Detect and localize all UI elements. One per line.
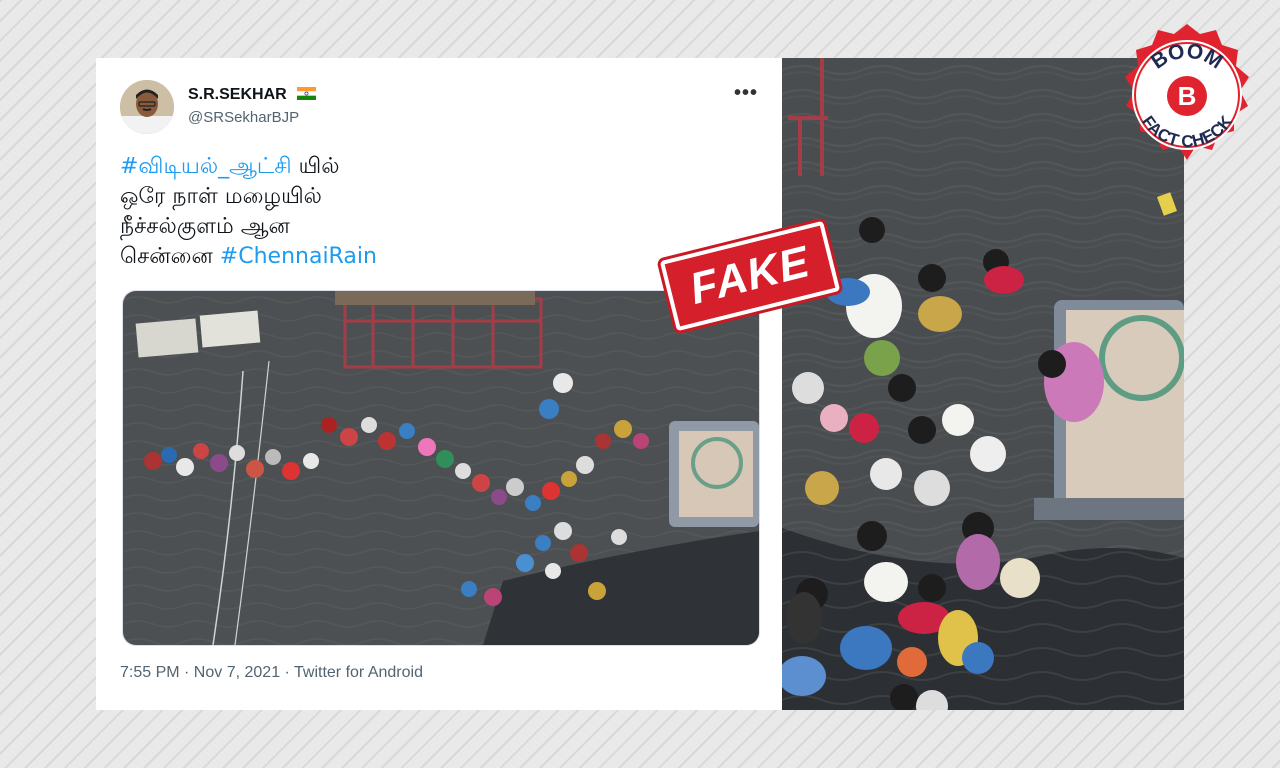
tweet-line-3: நீச்சல்குளம் ஆன (120, 214, 290, 239)
tweet-line-2: ஒரே நாள் மழையில் (120, 184, 322, 209)
hashtag-chennairain[interactable]: #ChennaiRain (220, 244, 377, 269)
tweet-text: #விடியல்_ஆட்சி யில் ஒரே நாள் மழையில் நீச… (120, 152, 377, 272)
boom-fact-check-logo: BOOM B FACT CHECK (1125, 24, 1249, 160)
tweet-timestamp[interactable]: 7:55 PM · Nov 7, 2021 · Twitter for Andr… (120, 664, 423, 682)
tweet-card: S.R.SEKHAR @SRSekharBJP ••• #விடியல்_ஆட்… (96, 58, 782, 710)
hashtag-vidiyal-aatchi[interactable]: #விடியல்_ஆட்சி (120, 154, 292, 179)
avatar[interactable] (120, 80, 174, 134)
user-handle[interactable]: @SRSekharBJP (188, 109, 299, 126)
boom-letter: B (1178, 81, 1197, 111)
tweet-image[interactable] (122, 290, 760, 646)
display-name[interactable]: S.R.SEKHAR (188, 86, 317, 104)
india-flag-icon (297, 87, 317, 100)
more-options-icon[interactable]: ••• (734, 82, 758, 105)
tweet-line-4: சென்னை (120, 244, 220, 269)
tweet-line-1: யில் (291, 154, 340, 179)
